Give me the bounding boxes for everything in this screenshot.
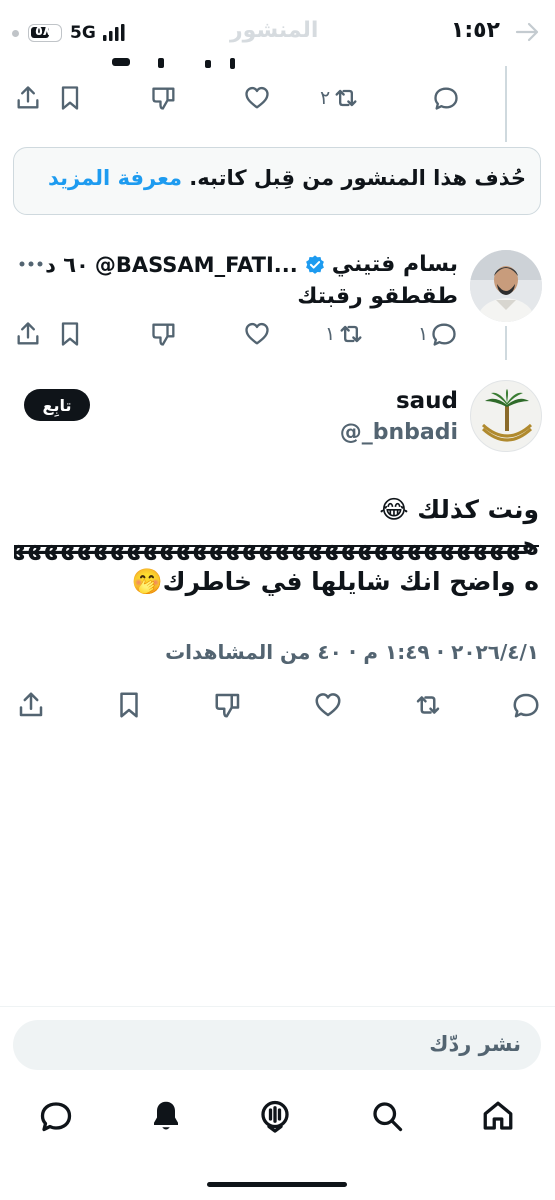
cut-off-text-fragment bbox=[110, 58, 270, 70]
repost-count: ٢ bbox=[320, 87, 331, 109]
post-meta: ٢٠٢٦/٤/١ · ١:٤٩ م · ٤٠ من المشاهدات bbox=[165, 640, 539, 664]
signal-dot-icon bbox=[12, 30, 19, 37]
reply-display-name[interactable]: بسام فتيني bbox=[332, 252, 458, 277]
reply-count: ١ bbox=[418, 323, 429, 345]
home-icon[interactable] bbox=[480, 1098, 516, 1134]
repost-count: ١ bbox=[325, 323, 336, 345]
reply-button[interactable] bbox=[511, 690, 541, 720]
reply-input[interactable]: نشر ردّك bbox=[13, 1020, 541, 1070]
learn-more-link[interactable]: معرفة المزيد bbox=[48, 166, 182, 190]
like-button[interactable] bbox=[243, 84, 271, 112]
battery-level: ٥٨ bbox=[35, 24, 51, 39]
author-display-name[interactable]: saud bbox=[396, 388, 458, 414]
page-title: المنشور bbox=[230, 18, 319, 43]
main-post: saud @_bnbadi تابِع ونت كذلك 😂 ههههههههه… bbox=[0, 370, 555, 740]
more-options-icon[interactable] bbox=[18, 260, 44, 268]
repost-button[interactable] bbox=[413, 690, 443, 720]
messages-icon[interactable] bbox=[38, 1098, 74, 1134]
repost-button[interactable]: ١ bbox=[325, 320, 365, 348]
spaces-icon[interactable] bbox=[257, 1098, 293, 1134]
reply-text: طقطقو رقبتك bbox=[297, 284, 458, 309]
bottom-nav bbox=[0, 1090, 555, 1146]
post-line-1: ونت كذلك 😂 bbox=[379, 495, 539, 524]
reply-time: ٦٠ د bbox=[45, 252, 89, 277]
like-button[interactable] bbox=[313, 690, 343, 720]
reply-button[interactable] bbox=[432, 84, 460, 112]
repost-button[interactable]: ٢ bbox=[320, 84, 360, 112]
deleted-notice-text: حُذف هذا المنشور من قِبل كاتبه. bbox=[189, 166, 526, 190]
thread-line bbox=[505, 326, 507, 360]
palm-swords-icon bbox=[481, 389, 533, 442]
avatar[interactable] bbox=[470, 250, 542, 322]
home-indicator bbox=[207, 1182, 347, 1187]
verified-badge-icon bbox=[304, 254, 326, 276]
reply-handle: @BASSAM_FATI... bbox=[94, 252, 298, 277]
bookmark-button[interactable] bbox=[114, 690, 144, 720]
search-icon[interactable] bbox=[369, 1098, 405, 1134]
post-line-3: ه واضح انك شايلها في خاطرك🤭 bbox=[131, 567, 539, 596]
signal-bars-icon bbox=[102, 24, 126, 42]
notifications-icon[interactable] bbox=[148, 1098, 184, 1134]
share-button[interactable] bbox=[16, 690, 46, 720]
status-time: ١:٥٢ bbox=[450, 18, 500, 43]
share-button[interactable] bbox=[14, 320, 42, 348]
reply-author-row: بسام فتيني @BASSAM_FATI... ٦٠ د bbox=[45, 252, 458, 277]
post-line-2: هههههههههههههههههههههههههههههههههههههه bbox=[14, 531, 539, 560]
status-bar: ١:٥٢ المنشور ٥٨ 5G bbox=[0, 0, 555, 70]
composer-divider bbox=[0, 1006, 555, 1007]
downvote-button[interactable] bbox=[213, 690, 243, 720]
deleted-post-notice: حُذف هذا المنشور من قِبل كاتبه. معرفة ال… bbox=[13, 147, 541, 215]
avatar[interactable] bbox=[470, 380, 542, 452]
post-body: ونت كذلك 😂 ههههههههههههههههههههههههههههه… bbox=[14, 492, 539, 600]
top-post-actions: ٢ bbox=[0, 80, 555, 116]
reply-input-placeholder: نشر ردّك bbox=[429, 1032, 521, 1056]
share-button[interactable] bbox=[14, 84, 42, 112]
reply-button[interactable]: ١ bbox=[418, 320, 458, 348]
like-button[interactable] bbox=[243, 320, 271, 348]
back-arrow-icon[interactable] bbox=[515, 22, 541, 42]
network-type: 5G bbox=[70, 23, 96, 43]
follow-button[interactable]: تابِع bbox=[24, 389, 90, 421]
reply-post-actions: ١ ١ bbox=[0, 318, 470, 354]
downvote-button[interactable] bbox=[150, 320, 178, 348]
bookmark-button[interactable] bbox=[56, 320, 84, 348]
reply-post[interactable]: بسام فتيني @BASSAM_FATI... ٦٠ د طقطقو رق… bbox=[0, 240, 555, 360]
downvote-button[interactable] bbox=[150, 84, 178, 112]
author-handle[interactable]: @_bnbadi bbox=[340, 420, 458, 445]
battery-icon: ٥٨ bbox=[28, 24, 62, 42]
bookmark-button[interactable] bbox=[56, 84, 84, 112]
main-post-actions bbox=[0, 688, 555, 728]
